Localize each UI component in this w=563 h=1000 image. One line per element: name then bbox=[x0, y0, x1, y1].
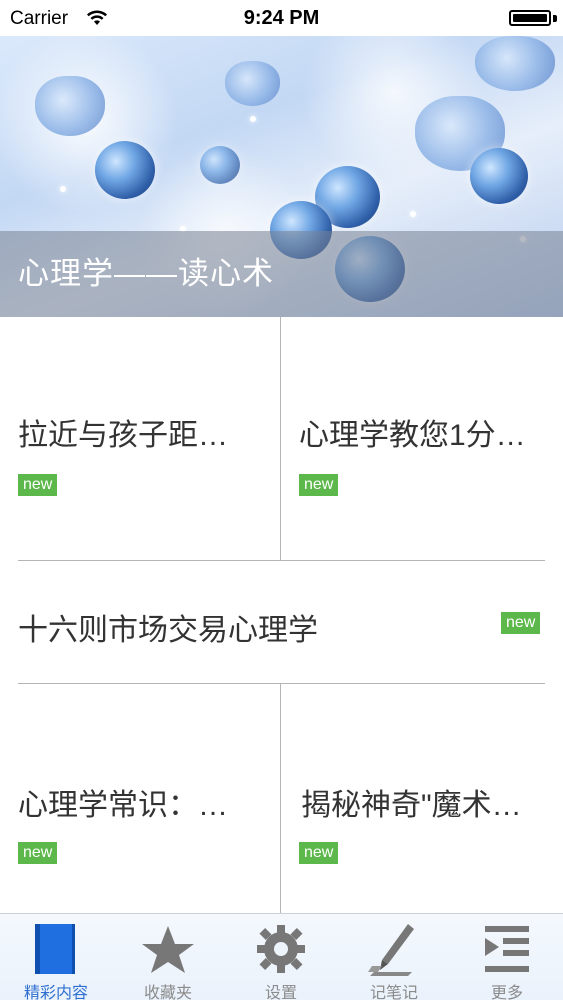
new-badge: new bbox=[501, 612, 541, 634]
article-title: 十六则市场交易心理学 bbox=[18, 614, 318, 647]
banner-decoration-gem bbox=[470, 148, 528, 204]
tab-favorites[interactable]: 收藏夹 bbox=[112, 914, 224, 1000]
article-card[interactable]: 拉近与孩子距… new bbox=[0, 317, 280, 560]
battery-tip bbox=[553, 15, 557, 22]
new-badge: new bbox=[18, 474, 58, 496]
tab-more[interactable]: 更多 bbox=[451, 914, 563, 1000]
banner-caption: 心理学——读心术 bbox=[18, 256, 274, 291]
banner-decoration-heart bbox=[35, 76, 105, 136]
book-icon bbox=[35, 924, 75, 974]
article-title: 拉近与孩子距… bbox=[18, 419, 228, 452]
tab-label: 更多 bbox=[490, 985, 523, 1000]
banner-decoration-gem bbox=[200, 146, 240, 184]
new-badge: new bbox=[299, 474, 339, 496]
grid-divider bbox=[280, 684, 281, 913]
tab-featured[interactable]: 精彩内容 bbox=[0, 914, 112, 1000]
banner-sparkle bbox=[410, 211, 416, 217]
clock-time: 9:24 PM bbox=[243, 7, 320, 29]
article-card[interactable]: 心理学常识：… new bbox=[0, 684, 280, 913]
pen-icon bbox=[368, 924, 414, 976]
tab-label: 收藏夹 bbox=[143, 985, 192, 1000]
grid-divider bbox=[280, 317, 281, 560]
tab-label: 精彩内容 bbox=[23, 985, 88, 1000]
list-indent-icon bbox=[485, 926, 529, 972]
banner-sparkle bbox=[250, 116, 256, 122]
article-title: 心理学常识：… bbox=[18, 789, 228, 822]
article-row[interactable]: 十六则市场交易心理学 new bbox=[0, 561, 563, 683]
banner-sparkle bbox=[60, 186, 66, 192]
tab-settings[interactable]: 设置 bbox=[225, 914, 337, 1000]
status-bar: Carrier 9:24 PM bbox=[0, 0, 563, 36]
article-title: 心理学教您1分… bbox=[299, 419, 526, 452]
article-title: 揭秘神奇"魔术… bbox=[301, 789, 522, 822]
gear-icon bbox=[257, 925, 305, 973]
tab-notes[interactable]: 记笔记 bbox=[338, 914, 450, 1000]
article-card[interactable]: 心理学教您1分… new bbox=[281, 317, 563, 560]
battery-icon bbox=[509, 10, 551, 26]
new-badge: new bbox=[299, 842, 339, 864]
tab-bar: 精彩内容 收藏夹 设置 记笔记 更多 bbox=[0, 913, 563, 1000]
star-icon bbox=[142, 926, 194, 973]
banner-decoration-heart bbox=[475, 36, 555, 91]
banner-decoration-heart bbox=[225, 61, 280, 106]
tab-label: 设置 bbox=[264, 985, 297, 1000]
featured-banner[interactable]: 心理学——读心术 bbox=[0, 36, 563, 317]
tab-label: 记笔记 bbox=[369, 985, 418, 1000]
banner-decoration-gem bbox=[95, 141, 155, 199]
article-card[interactable]: 揭秘神奇"魔术… new bbox=[281, 684, 563, 913]
new-badge: new bbox=[18, 842, 58, 864]
